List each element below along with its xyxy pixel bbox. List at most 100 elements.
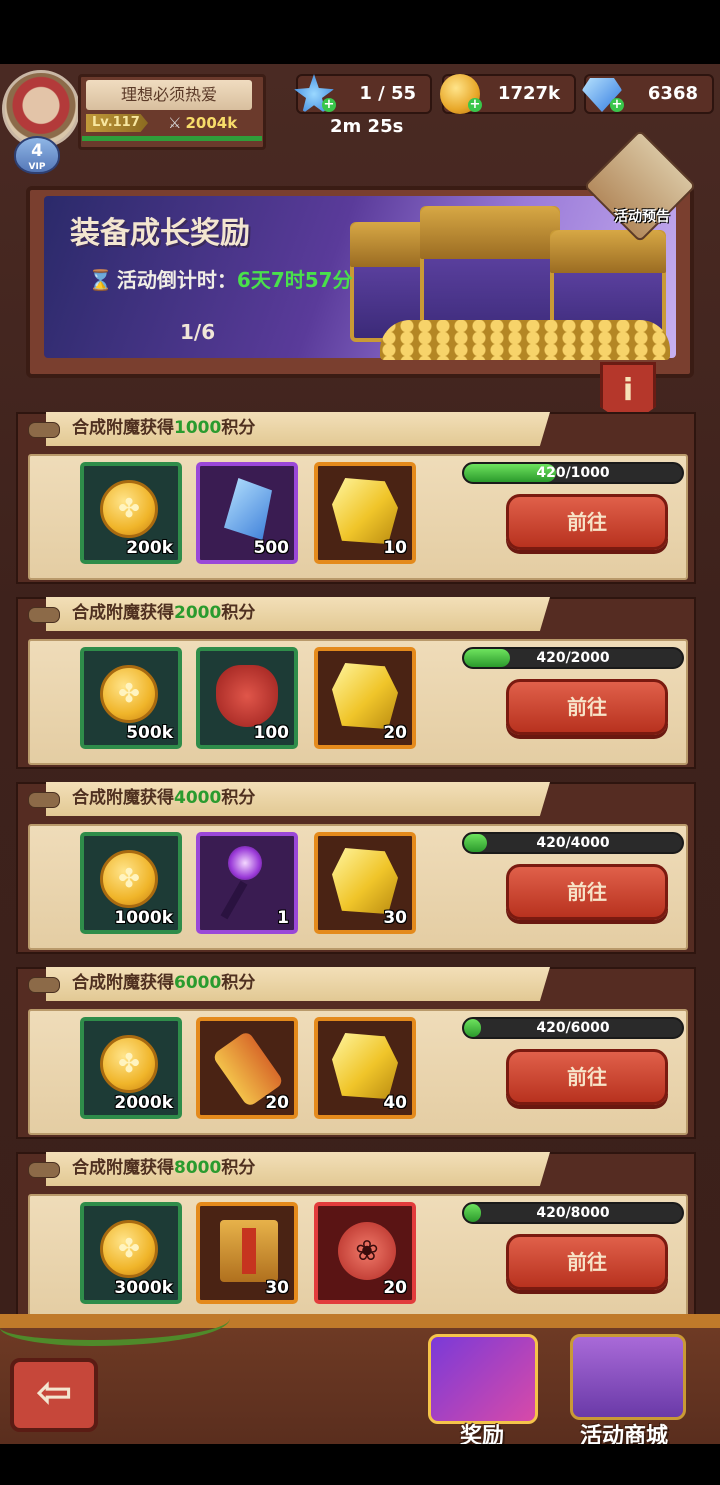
task-title-points: 2000 — [174, 603, 222, 623]
gold-value: 1727k — [497, 83, 560, 104]
add-gold-icon[interactable]: + — [468, 98, 482, 112]
reward-item[interactable]: 20 — [314, 647, 416, 749]
task-body: ✤ 200k 500 10 420/1000 前往 — [28, 454, 688, 580]
reward-item[interactable]: 30 — [196, 1202, 298, 1304]
progress-text: 420/4000 — [536, 835, 610, 851]
gem-value: 6368 — [647, 83, 698, 104]
reward-item[interactable]: 40 — [314, 1017, 416, 1119]
reward-count: 500 — [253, 538, 290, 558]
task-title-points: 4000 — [174, 788, 222, 808]
reward-item[interactable]: 30 — [314, 832, 416, 934]
go-button[interactable]: 前往 — [506, 679, 668, 735]
reward-count: 20 — [265, 1093, 289, 1113]
reward-count: 20 — [383, 1278, 407, 1298]
reward-item[interactable]: ✤ 500k — [80, 647, 182, 749]
power-value: 2004k — [185, 114, 238, 132]
crossed-swords-icon: ⚔ — [168, 114, 182, 132]
reward-item[interactable]: ❀ 20 — [314, 1202, 416, 1304]
task-title: 合成附魔获得4000积分 — [46, 782, 550, 816]
task-title: 合成附魔获得8000积分 — [46, 1152, 550, 1186]
task-row: 合成附魔获得2000积分 ✤ 500k 100 20 420/2000 前往 — [16, 597, 696, 769]
vip-label: VIP — [28, 162, 46, 172]
task-row: 合成附魔获得1000积分 ✤ 200k 500 10 420/1000 前往 — [16, 412, 696, 584]
page-indicator: 1/6 — [180, 320, 216, 344]
reward-item[interactable]: ✤ 3000k — [80, 1202, 182, 1304]
gift-box-icon[interactable] — [428, 1334, 538, 1424]
player-name: 理想必须热爱 — [86, 80, 252, 110]
reward-item[interactable]: 500 — [196, 462, 298, 564]
gem-box[interactable]: + 6368 — [582, 74, 714, 114]
player-power: ⚔ 2004k — [168, 112, 258, 134]
go-button[interactable]: 前往 — [506, 1234, 668, 1290]
reward-count: 500k — [126, 723, 173, 743]
rope-decoration — [28, 422, 60, 438]
rope-decoration — [28, 792, 60, 808]
progress-text: 420/6000 — [536, 1020, 610, 1036]
reward-count: 10 — [383, 538, 407, 558]
reward-count: 30 — [383, 908, 407, 928]
reward-count: 40 — [383, 1093, 407, 1113]
task-row: 合成附魔获得4000积分 ✤ 1000k 1 30 420/4000 前往 — [16, 782, 696, 954]
task-body: ✤ 500k 100 20 420/2000 前往 — [28, 639, 688, 765]
reward-item[interactable]: ✤ 200k — [80, 462, 182, 564]
reward-count: 30 — [265, 1278, 289, 1298]
reward-count: 1000k — [114, 908, 173, 928]
progress-text: 420/2000 — [536, 650, 610, 666]
go-button[interactable]: 前往 — [506, 494, 668, 550]
task-title-prefix: 合成附魔获得 — [72, 603, 174, 623]
reward-item[interactable]: 10 — [314, 462, 416, 564]
task-title: 合成附魔获得2000积分 — [46, 597, 550, 631]
task-row: 合成附魔获得8000积分 ✤ 3000k 30 ❀ 20 420/8000 前往 — [16, 1152, 696, 1324]
reward-count: 2000k — [114, 1093, 173, 1113]
back-arrow-icon: ⇦ — [35, 1367, 73, 1418]
task-title-points: 1000 — [174, 418, 222, 438]
task-title-suffix: 积分 — [221, 603, 256, 623]
progress-text: 420/1000 — [536, 465, 610, 481]
task-title: 合成附魔获得6000积分 — [46, 967, 550, 1001]
task-title-prefix: 合成附魔获得 — [72, 1158, 174, 1178]
task-body: ✤ 1000k 1 30 420/4000 前往 — [28, 824, 688, 950]
treasure-chest-icon[interactable] — [570, 1334, 686, 1420]
back-button[interactable]: ⇦ — [10, 1358, 98, 1432]
task-title-points: 8000 — [174, 1158, 222, 1178]
reward-item[interactable]: 20 — [196, 1017, 298, 1119]
rope-decoration — [28, 977, 60, 993]
countdown-label: 活动倒计时： — [116, 268, 237, 292]
task-row: 合成附魔获得6000积分 ✤ 2000k 20 40 420/6000 前往 — [16, 967, 696, 1139]
system-nav-bar — [0, 1444, 720, 1485]
task-title-prefix: 合成附魔获得 — [72, 973, 174, 993]
task-title-prefix: 合成附魔获得 — [72, 418, 174, 438]
stamina-timer: 2m 25s — [330, 116, 404, 137]
reward-count: 1 — [277, 908, 289, 928]
player-level: Lv.117 — [86, 114, 148, 132]
go-button[interactable]: 前往 — [506, 1049, 668, 1105]
progress-text: 420/8000 — [536, 1205, 610, 1221]
hourglass-icon: ⌛ — [88, 268, 113, 292]
event-preview-label[interactable]: 活动预告 — [604, 206, 680, 226]
reward-item[interactable]: ✤ 1000k — [80, 832, 182, 934]
rope-decoration — [28, 1162, 60, 1178]
stamina-box[interactable]: + 1 / 55 — [294, 74, 432, 114]
stamina-value: 1 / 55 — [359, 83, 416, 104]
gold-box[interactable]: + 1727k — [440, 74, 576, 114]
task-title-prefix: 合成附魔获得 — [72, 788, 174, 808]
rope-decoration — [28, 607, 60, 623]
task-title: 合成附魔获得1000积分 — [46, 412, 550, 446]
add-stamina-icon[interactable]: + — [322, 98, 336, 112]
vip-level: 4 — [31, 141, 43, 161]
event-countdown: ⌛ 活动倒计时：6天7时57分 — [88, 264, 353, 293]
reward-count: 20 — [383, 723, 407, 743]
reward-count: 3000k — [114, 1278, 173, 1298]
task-title-suffix: 积分 — [221, 418, 256, 438]
reward-item[interactable]: 1 — [196, 832, 298, 934]
add-gems-icon[interactable]: + — [610, 98, 624, 112]
reward-count: 100 — [253, 723, 290, 743]
reward-item[interactable]: 100 — [196, 647, 298, 749]
task-body: ✤ 2000k 20 40 420/6000 前往 — [28, 1009, 688, 1135]
vip-badge[interactable]: 4 VIP — [14, 136, 60, 174]
banner-title: 装备成长奖励 — [70, 216, 250, 251]
go-button[interactable]: 前往 — [506, 864, 668, 920]
countdown-value: 6天7时57分 — [236, 268, 353, 292]
reward-item[interactable]: ✤ 2000k — [80, 1017, 182, 1119]
coin-pile-icon — [380, 320, 670, 360]
